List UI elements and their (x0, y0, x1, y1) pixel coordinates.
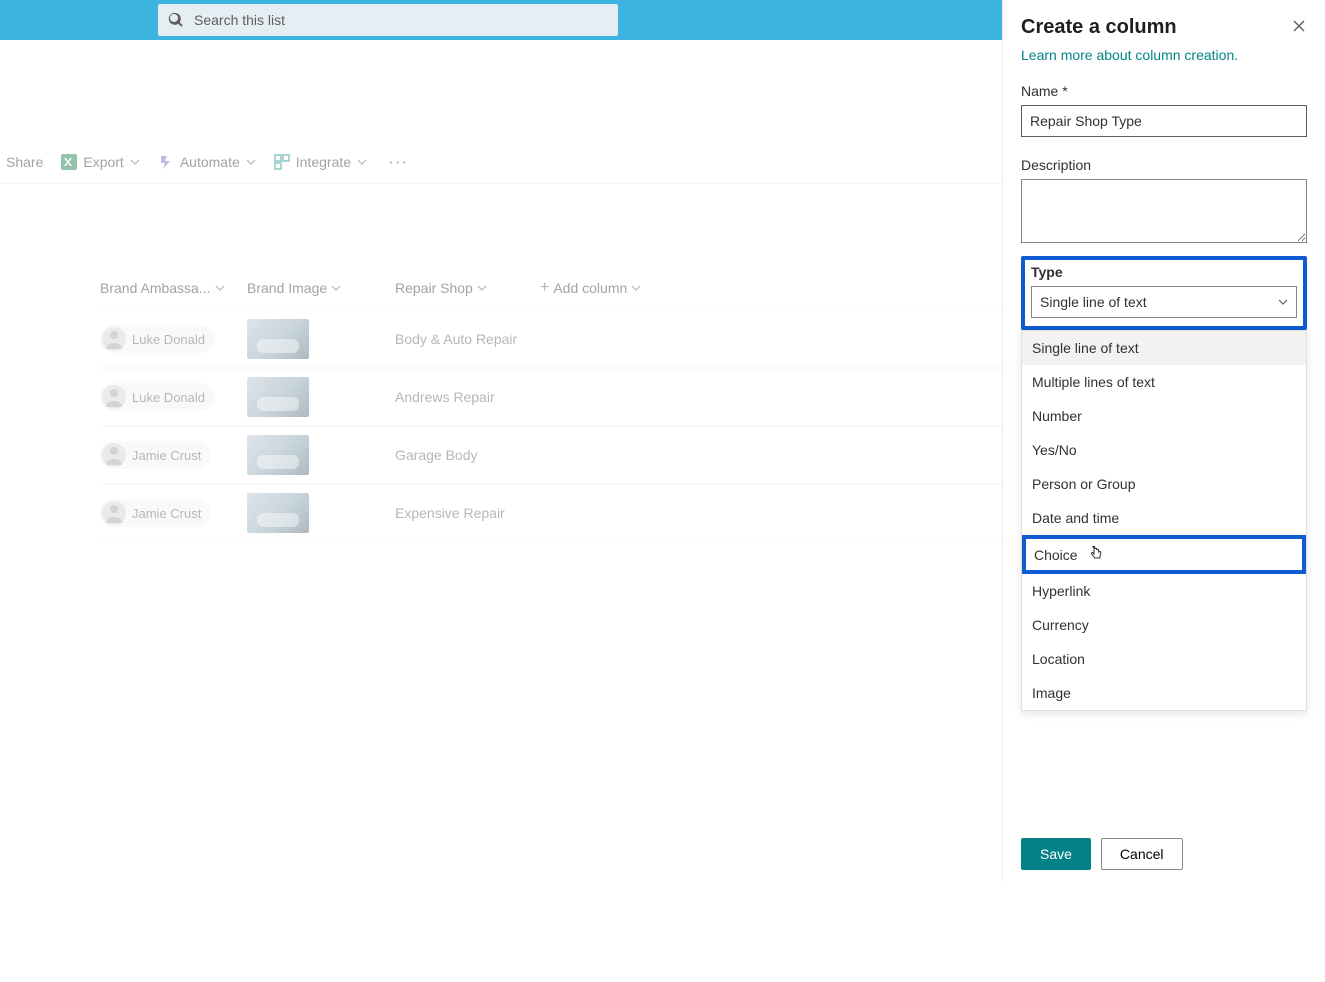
person-chip[interactable]: Jamie Crust (100, 499, 211, 527)
repair-shop-cell: Garage Body (395, 447, 540, 463)
brand-image-thumbnail[interactable] (247, 377, 309, 417)
type-option-currency[interactable]: Currency (1022, 608, 1306, 642)
cancel-button[interactable]: Cancel (1101, 838, 1183, 870)
integrate-icon (274, 154, 290, 170)
column-header-brand-image[interactable]: Brand Image (247, 280, 395, 296)
excel-icon (61, 154, 77, 170)
chevron-down-icon (1278, 297, 1288, 307)
type-option-single-line[interactable]: Single line of text (1022, 331, 1306, 365)
person-chip[interactable]: Luke Donald (100, 383, 215, 411)
export-button[interactable]: Export (61, 154, 139, 170)
cursor-hand-icon (1088, 545, 1104, 564)
chevron-down-icon (130, 157, 140, 167)
description-label: Description (1021, 157, 1307, 173)
type-dropdown: Single line of text Multiple lines of te… (1021, 330, 1307, 711)
chevron-down-icon (331, 283, 341, 293)
automate-button[interactable]: Automate (158, 154, 256, 170)
chevron-down-icon (246, 157, 256, 167)
integrate-button[interactable]: Integrate (274, 154, 367, 170)
person-chip[interactable]: Jamie Crust (100, 441, 211, 469)
close-icon (1291, 18, 1307, 34)
type-option-yes-no[interactable]: Yes/No (1022, 433, 1306, 467)
search-input[interactable]: Search this list (158, 4, 618, 36)
panel-title: Create a column (1021, 16, 1177, 39)
close-button[interactable] (1291, 18, 1307, 37)
type-option-date-time[interactable]: Date and time (1022, 501, 1306, 535)
repair-shop-cell: Andrews Repair (395, 389, 540, 405)
brand-image-thumbnail[interactable] (247, 493, 309, 533)
avatar (102, 385, 126, 409)
person-chip[interactable]: Luke Donald (100, 325, 215, 353)
avatar (102, 443, 126, 467)
name-label: Name * (1021, 83, 1307, 99)
brand-image-thumbnail[interactable] (247, 435, 309, 475)
type-label: Type (1031, 264, 1297, 280)
repair-shop-cell: Expensive Repair (395, 505, 540, 521)
add-column-button[interactable]: + Add column (540, 279, 641, 297)
search-placeholder: Search this list (194, 12, 285, 28)
description-input[interactable] (1021, 179, 1307, 243)
save-button[interactable]: Save (1021, 838, 1091, 870)
type-option-person-group[interactable]: Person or Group (1022, 467, 1306, 501)
type-option-hyperlink[interactable]: Hyperlink (1022, 574, 1306, 608)
avatar (102, 327, 126, 351)
search-icon (168, 12, 184, 28)
chevron-down-icon (357, 157, 367, 167)
type-option-image[interactable]: Image (1022, 676, 1306, 710)
type-option-multiple-lines[interactable]: Multiple lines of text (1022, 365, 1306, 399)
panel-footer: Save Cancel (1021, 838, 1183, 870)
chevron-down-icon (477, 283, 487, 293)
type-field-highlight: Type Single line of text (1021, 256, 1307, 330)
column-header-brand-ambassador[interactable]: Brand Ambassa... (100, 280, 247, 296)
chevron-down-icon (631, 283, 641, 293)
more-button[interactable]: ··· (385, 154, 413, 170)
avatar (102, 501, 126, 525)
create-column-panel: Create a column Learn more about column … (1002, 0, 1325, 882)
chevron-down-icon (215, 283, 225, 293)
type-option-choice[interactable]: Choice (1022, 535, 1306, 574)
column-header-repair-shop[interactable]: Repair Shop (395, 280, 540, 296)
type-select[interactable]: Single line of text (1031, 286, 1297, 318)
type-option-number[interactable]: Number (1022, 399, 1306, 433)
name-input[interactable] (1021, 105, 1307, 137)
repair-shop-cell: Body & Auto Repair (395, 331, 540, 347)
learn-more-link[interactable]: Learn more about column creation. (1021, 47, 1238, 63)
share-button[interactable]: Share (6, 154, 43, 170)
plus-icon: + (540, 279, 549, 297)
brand-image-thumbnail[interactable] (247, 319, 309, 359)
automate-icon (158, 154, 174, 170)
type-option-location[interactable]: Location (1022, 642, 1306, 676)
type-selected-value: Single line of text (1040, 294, 1147, 310)
